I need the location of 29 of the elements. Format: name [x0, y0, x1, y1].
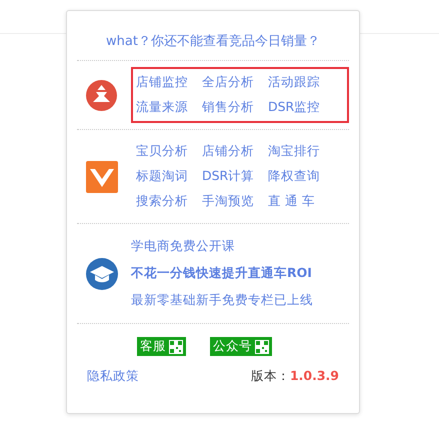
graduation-cap-icon — [86, 256, 118, 290]
tool-link[interactable]: 店铺监控 — [136, 74, 202, 91]
tool-link[interactable]: DSR监控 — [268, 99, 334, 116]
course-link[interactable]: 学电商免费公开课 — [131, 238, 313, 255]
tool-link[interactable]: 店铺分析 — [202, 143, 268, 160]
qr-button[interactable]: 公众号 — [210, 337, 272, 356]
tool-link[interactable]: 活动跟踪 — [268, 74, 334, 91]
tool-link[interactable]: 标题淘词 — [136, 168, 202, 185]
tool-link[interactable]: 全店分析 — [202, 74, 268, 91]
tool-link[interactable]: 宝贝分析 — [136, 143, 202, 160]
tool-link[interactable]: 销售分析 — [202, 99, 268, 116]
qr-button[interactable]: 客服 — [137, 337, 186, 356]
privacy-link[interactable]: 隐私政策 — [87, 368, 139, 385]
course-link[interactable]: 最新零基础新手免费专栏已上线 — [131, 292, 313, 309]
course-link[interactable]: 不花一分钱快速提升直通车ROI — [131, 265, 313, 282]
tool-link[interactable]: 手淘预览 — [202, 193, 268, 210]
qr-code-icon — [169, 340, 183, 354]
version-number: 1.0.3.9 — [290, 368, 339, 383]
tool-link[interactable]: 降权查询 — [268, 168, 334, 185]
tool-link[interactable]: 搜索分析 — [136, 193, 202, 210]
shield-logo-icon — [86, 160, 118, 192]
tool-link[interactable]: 流量来源 — [136, 99, 202, 116]
tool-link[interactable]: DSR计算 — [202, 168, 268, 185]
tool-link[interactable]: 淘宝排行 — [268, 143, 334, 160]
qr-code-icon — [255, 340, 269, 354]
mascot-logo-icon — [86, 80, 117, 110]
promo-headline[interactable]: what？你还不能查看竞品今日销量？ — [77, 11, 349, 60]
version-label: 版本： — [250, 368, 290, 383]
tool-link[interactable]: 直 通 车 — [268, 193, 334, 210]
